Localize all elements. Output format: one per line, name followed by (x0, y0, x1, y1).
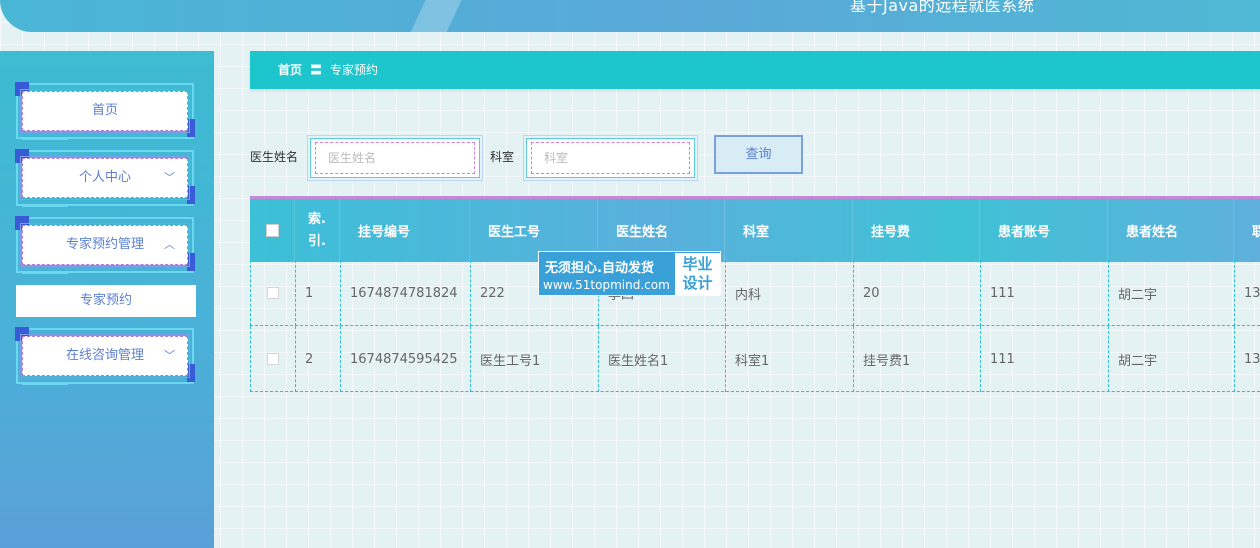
sidebar-item-label: 首页 (20, 89, 190, 133)
cell-doctor-name: 医生姓名1 (598, 326, 725, 392)
header-department[interactable]: 科室 (725, 199, 853, 262)
menu-corner (187, 186, 195, 204)
breadcrumb-current: 专家预约 (330, 63, 379, 77)
chevron-up-icon: ︿ (164, 238, 175, 251)
cell-patient-account: 111 (980, 326, 1108, 392)
header-contact[interactable]: 联 (1234, 199, 1260, 262)
menu-corner (187, 364, 195, 382)
menu-tick (22, 138, 68, 140)
sidebar-item-label: 个人中心 ﹀ (20, 156, 190, 200)
breadcrumb-separator: 〓 (310, 63, 323, 77)
cell-contact: 13 (1234, 326, 1260, 392)
sidebar-item-personal-center[interactable]: 个人中心 ﹀ (15, 149, 195, 207)
sidebar-item-home[interactable]: 首页 (15, 82, 195, 140)
menu-tick (22, 272, 68, 274)
cell-index: 1 (295, 260, 340, 326)
breadcrumb-home[interactable]: 首页 (278, 63, 302, 77)
header-index-label: 索. 引. (308, 211, 326, 249)
breadcrumb: 首页〓专家预约 (250, 51, 1260, 89)
cell-fee: 20 (853, 260, 980, 326)
cell-reg-no: 1674874781824 (340, 260, 470, 326)
dept-label: 科室 (490, 150, 515, 164)
header-checkbox-cell (250, 199, 295, 262)
dept-input[interactable] (531, 142, 690, 174)
header-patient-account[interactable]: 患者账号 (980, 199, 1108, 262)
row-checkbox-cell (250, 326, 295, 392)
appointment-table: 索. 引. 挂号编号 医生工号 医生姓名 科室 挂号费 患者账号 患者姓名 联 … (250, 196, 1260, 394)
sidebar-item-appointment-management[interactable]: 专家预约管理 ︿ (15, 216, 195, 274)
cell-contact: 13 (1234, 260, 1260, 326)
row-checkbox[interactable] (267, 287, 279, 299)
header-patient-name[interactable]: 患者姓名 (1108, 199, 1234, 262)
cell-reg-no: 1674874595425 (340, 326, 470, 392)
header-fee[interactable]: 挂号费 (853, 199, 980, 262)
table-row[interactable]: 2 1674874595425 医生工号1 医生姓名1 科室1 挂号费1 111… (250, 326, 1260, 392)
doctor-name-input[interactable] (315, 142, 475, 174)
doctor-name-field (310, 138, 480, 178)
watermark-url: www.51topmind.com (543, 278, 670, 292)
cell-department: 科室1 (725, 326, 853, 392)
dept-field (526, 138, 695, 178)
cell-patient-name: 胡二宇 (1108, 326, 1234, 392)
sidebar-item-label: 在线咨询管理 ﹀ (20, 334, 190, 378)
watermark: 无须担心.自动发货 www.51topmind.com 毕业 设计 (538, 251, 721, 296)
table-row[interactable]: 1 1674874781824 222 李四 内科 20 111 胡二宇 13 (250, 260, 1260, 326)
menu-tick (22, 383, 68, 385)
watermark-badge-line1: 毕业 (682, 255, 713, 273)
header-reg-no[interactable]: 挂号编号 (340, 199, 470, 262)
cell-patient-account: 111 (980, 260, 1108, 326)
watermark-badge-line2: 设计 (682, 274, 713, 292)
cell-index: 2 (295, 326, 340, 392)
header-index: 索. 引. (295, 199, 340, 262)
row-checkbox-cell (250, 260, 295, 326)
header-decoration (410, 0, 466, 32)
chevron-down-icon: ﹀ (164, 349, 175, 362)
row-checkbox[interactable] (267, 353, 279, 365)
watermark-line1: 无须担心.自动发货 (545, 261, 654, 276)
menu-corner (187, 119, 195, 137)
top-header: 基于Java的远程就医系统 (0, 0, 1260, 32)
sidebar: 首页 个人中心 ﹀ 专家预约管理 ︿ 专家预约 在线咨询管理 ﹀ (0, 51, 214, 548)
sidebar-subitem-expert-appointment[interactable]: 专家预约 (16, 285, 196, 317)
sidebar-item-online-consult[interactable]: 在线咨询管理 ﹀ (15, 327, 195, 385)
select-all-checkbox[interactable] (265, 224, 279, 237)
query-button[interactable]: 查询 (714, 135, 803, 174)
doctor-name-label: 医生姓名 (250, 150, 299, 164)
cell-patient-name: 胡二宇 (1108, 260, 1234, 326)
watermark-badge: 毕业 设计 (675, 253, 720, 295)
menu-corner (187, 253, 195, 271)
chevron-down-icon: ﹀ (164, 171, 175, 184)
cell-fee: 挂号费1 (853, 326, 980, 392)
app-title: 基于Java的远程就医系统 (850, 0, 1035, 15)
cell-doctor-id: 医生工号1 (470, 326, 598, 392)
sidebar-item-label: 专家预约管理 ︿ (20, 223, 190, 267)
table-header: 索. 引. 挂号编号 医生工号 医生姓名 科室 挂号费 患者账号 患者姓名 联 (250, 196, 1260, 262)
menu-tick (22, 205, 68, 207)
cell-department: 内科 (725, 260, 853, 326)
